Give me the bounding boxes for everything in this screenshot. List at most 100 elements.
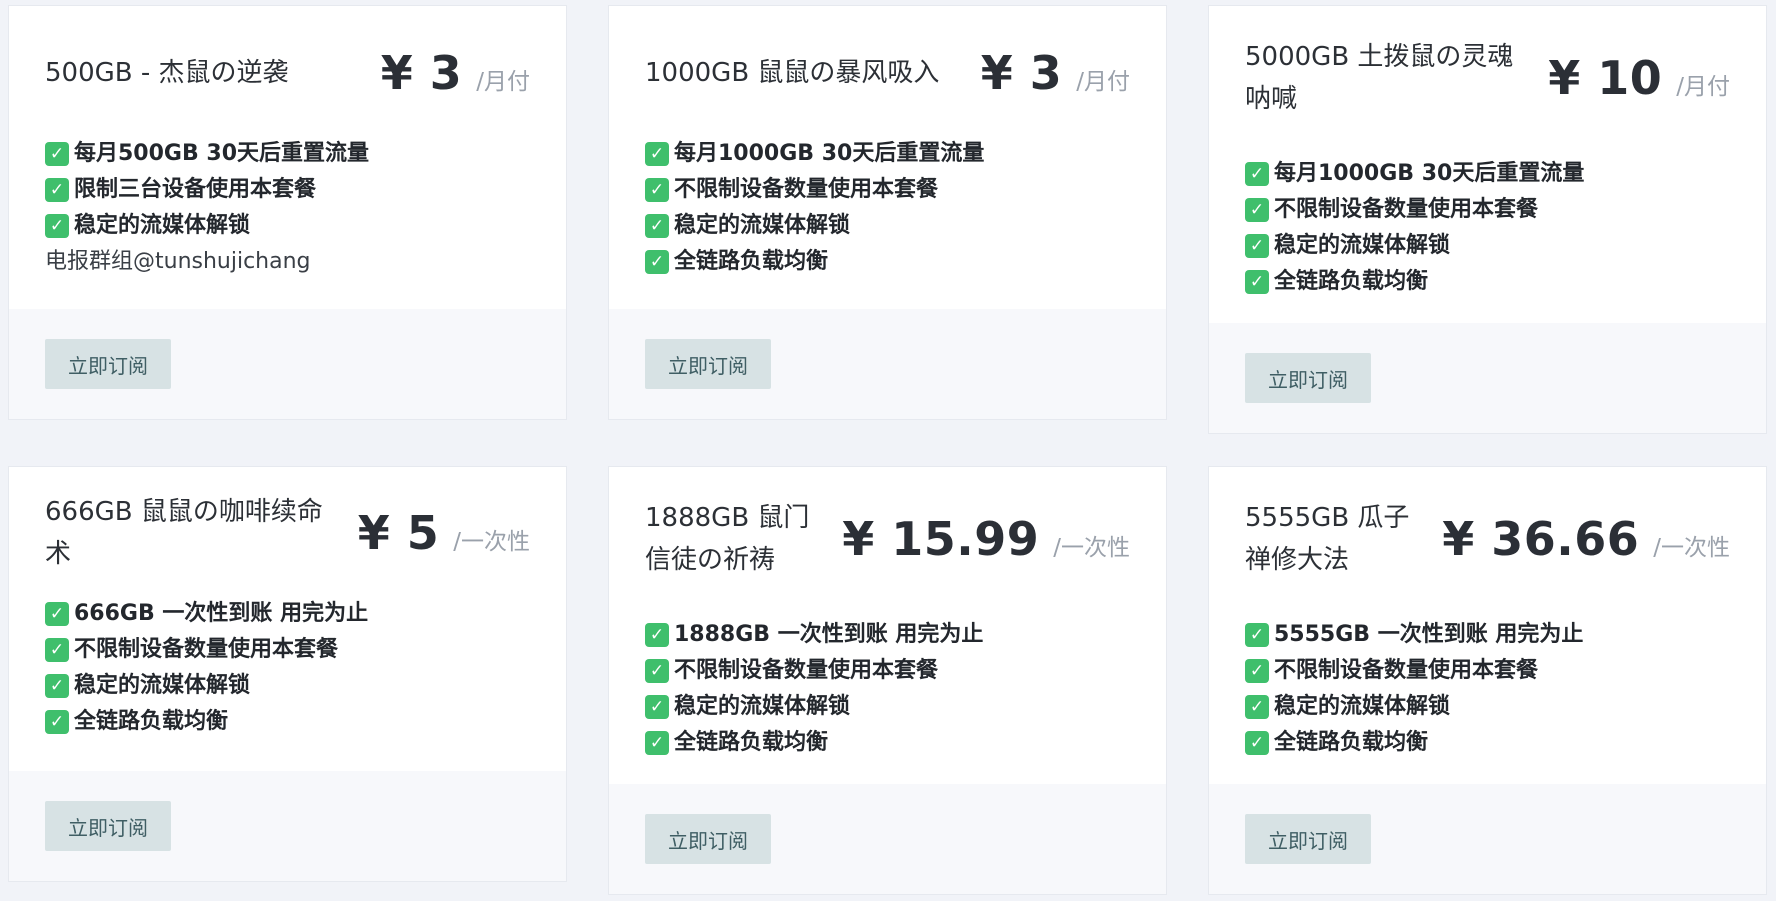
- price-block: ¥ 3 /月付: [981, 46, 1130, 100]
- feature-text: 不限制设备数量使用本套餐: [1274, 197, 1539, 222]
- plan-name: 5000GB 土拨鼠の灵魂呐喊: [1245, 42, 1514, 114]
- plan-price: ¥ 3: [380, 46, 463, 100]
- plan-card-footer: 立即订阅: [1209, 323, 1766, 433]
- feature-text: 全链路负载均衡: [1274, 269, 1429, 294]
- feature-text: 不限制设备数量使用本套餐: [674, 177, 939, 202]
- plan-card: 5000GB 土拨鼠の灵魂呐喊 ¥ 10 /月付 ✓ 每月1000GB 30天后重…: [1208, 5, 1767, 434]
- plan-header: 1888GB 鼠门信徒の祈祷 ¥ 15.99 /一次性: [645, 497, 1130, 581]
- plan-card-body: 1000GB 鼠鼠の暴风吸入 ¥ 3 /月付 ✓ 每月1000GB 30天后重置流…: [609, 6, 1166, 309]
- feature-item: ✓ 不限制设备数量使用本套餐: [645, 653, 1130, 689]
- plan-name: 5555GB 瓜子禅修大法: [1245, 503, 1410, 575]
- feature-list: ✓ 666GB 一次性到账 用完为止 ✓ 不限制设备数量使用本套餐 ✓ 稳定的流媒体解…: [45, 596, 530, 740]
- feature-item: ✓ 全链路负载均衡: [1245, 264, 1730, 300]
- plan-price: ¥ 15.99: [842, 512, 1040, 566]
- plan-period: /月付: [476, 69, 530, 95]
- plan-header: 5000GB 土拨鼠の灵魂呐喊 ¥ 10 /月付: [1245, 36, 1730, 120]
- check-box-icon: ✓: [1245, 731, 1269, 755]
- feature-text: 全链路负载均衡: [74, 709, 229, 734]
- feature-list: ✓ 5555GB 一次性到账 用完为止 ✓ 不限制设备数量使用本套餐 ✓ 稳定的流媒体…: [1245, 617, 1730, 761]
- feature-text: 每月1000GB 30天后重置流量: [1274, 161, 1585, 186]
- feature-item: ✓ 稳定的流媒体解锁: [645, 689, 1130, 725]
- feature-item: ✓ 不限制设备数量使用本套餐: [45, 632, 530, 668]
- feature-text: 每月500GB 30天后重置流量: [74, 141, 370, 166]
- plan-card: 5555GB 瓜子禅修大法 ¥ 36.66 /一次性 ✓ 5555GB 一次性到账…: [1208, 466, 1767, 895]
- feature-item: ✓ 稳定的流媒体解锁: [45, 208, 530, 244]
- price-block: ¥ 36.66 /一次性: [1442, 512, 1730, 566]
- plan-card: 666GB 鼠鼠の咖啡续命术 ¥ 5 /一次性 ✓ 666GB 一次性到账 用完为…: [8, 466, 567, 882]
- subscribe-button[interactable]: 立即订阅: [645, 339, 771, 389]
- plan-name: 666GB 鼠鼠の咖啡续命术: [45, 497, 323, 569]
- plan-period: /一次性: [1053, 535, 1130, 561]
- plan-card-body: 5555GB 瓜子禅修大法 ¥ 36.66 /一次性 ✓ 5555GB 一次性到账…: [1209, 467, 1766, 784]
- feature-text: 全链路负载均衡: [674, 730, 829, 755]
- feature-text: 不限制设备数量使用本套餐: [74, 637, 339, 662]
- subscribe-button[interactable]: 立即订阅: [45, 339, 171, 389]
- feature-text: 每月1000GB 30天后重置流量: [674, 141, 985, 166]
- check-box-icon: ✓: [645, 731, 669, 755]
- plan-card-footer: 立即订阅: [9, 309, 566, 419]
- feature-list: ✓ 每月500GB 30天后重置流量 ✓ 限制三台设备使用本套餐 ✓ 稳定的流媒体解锁…: [45, 136, 530, 280]
- feature-item: ✓ 全链路负载均衡: [645, 725, 1130, 761]
- plan-note: 电报群组@tunshujichang: [45, 249, 311, 274]
- feature-text: 全链路负载均衡: [674, 249, 829, 274]
- check-box-icon: ✓: [1245, 198, 1269, 222]
- plan-header: 1000GB 鼠鼠の暴风吸入 ¥ 3 /月付: [645, 46, 1130, 100]
- plan-card-body: 500GB - 杰鼠の逆袭 ¥ 3 /月付 ✓ 每月500GB 30天后重置流量 …: [9, 6, 566, 309]
- price-block: ¥ 15.99 /一次性: [842, 512, 1130, 566]
- subscribe-button[interactable]: 立即订阅: [645, 814, 771, 864]
- plan-price: ¥ 10: [1548, 51, 1663, 105]
- plan-price: ¥ 5: [357, 506, 440, 560]
- check-box-icon: ✓: [645, 659, 669, 683]
- feature-item: ✓ 全链路负载均衡: [1245, 725, 1730, 761]
- feature-item: ✓ 不限制设备数量使用本套餐: [1245, 192, 1730, 228]
- feature-item: ✓ 全链路负载均衡: [645, 244, 1130, 280]
- check-box-icon: ✓: [1245, 623, 1269, 647]
- feature-item: ✓ 不限制设备数量使用本套餐: [645, 172, 1130, 208]
- feature-text: 全链路负载均衡: [1274, 730, 1429, 755]
- plan-card-footer: 立即订阅: [9, 771, 566, 881]
- check-box-icon: ✓: [645, 214, 669, 238]
- plan-period: /一次性: [1653, 535, 1730, 561]
- plan-price: ¥ 3: [980, 46, 1063, 100]
- plan-period: /一次性: [453, 529, 530, 555]
- check-box-icon: ✓: [45, 214, 69, 238]
- subscribe-button[interactable]: 立即订阅: [1245, 353, 1371, 403]
- feature-list: ✓ 每月1000GB 30天后重置流量 ✓ 不限制设备数量使用本套餐 ✓ 稳定的流媒体…: [645, 136, 1130, 280]
- feature-item: ✓ 666GB 一次性到账 用完为止: [45, 596, 530, 632]
- subscribe-button[interactable]: 立即订阅: [45, 801, 171, 851]
- feature-item: ✓ 每月500GB 30天后重置流量: [45, 136, 530, 172]
- price-block: ¥ 10 /月付: [1548, 51, 1730, 105]
- feature-text: 5555GB 一次性到账 用完为止: [1274, 622, 1584, 647]
- check-box-icon: ✓: [45, 178, 69, 202]
- plan-card-footer: 立即订阅: [1209, 784, 1766, 894]
- check-box-icon: ✓: [45, 638, 69, 662]
- feature-item: ✓ 稳定的流媒体解锁: [645, 208, 1130, 244]
- feature-item: ✓ 5555GB 一次性到账 用完为止: [1245, 617, 1730, 653]
- feature-text: 稳定的流媒体解锁: [1274, 694, 1451, 719]
- plan-header: 500GB - 杰鼠の逆袭 ¥ 3 /月付: [45, 46, 530, 100]
- feature-text: 稳定的流媒体解锁: [1274, 233, 1451, 258]
- check-box-icon: ✓: [45, 142, 69, 166]
- plan-card: 1888GB 鼠门信徒の祈祷 ¥ 15.99 /一次性 ✓ 1888GB 一次性到…: [608, 466, 1167, 895]
- check-box-icon: ✓: [1245, 162, 1269, 186]
- check-box-icon: ✓: [1245, 234, 1269, 258]
- plan-card-body: 5000GB 土拨鼠の灵魂呐喊 ¥ 10 /月付 ✓ 每月1000GB 30天后重…: [1209, 6, 1766, 323]
- feature-item: ✓ 1888GB 一次性到账 用完为止: [645, 617, 1130, 653]
- check-box-icon: ✓: [45, 674, 69, 698]
- feature-item: ✓ 稳定的流媒体解锁: [1245, 689, 1730, 725]
- plan-card-body: 1888GB 鼠门信徒の祈祷 ¥ 15.99 /一次性 ✓ 1888GB 一次性到…: [609, 467, 1166, 784]
- plan-period: /月付: [1676, 74, 1730, 100]
- feature-item: ✓ 不限制设备数量使用本套餐: [1245, 653, 1730, 689]
- plan-card: 1000GB 鼠鼠の暴风吸入 ¥ 3 /月付 ✓ 每月1000GB 30天后重置流…: [608, 5, 1167, 420]
- plan-price: ¥ 36.66: [1442, 512, 1640, 566]
- check-box-icon: ✓: [1245, 695, 1269, 719]
- plan-card-footer: 立即订阅: [609, 309, 1166, 419]
- feature-list: ✓ 1888GB 一次性到账 用完为止 ✓ 不限制设备数量使用本套餐 ✓ 稳定的流媒体…: [645, 617, 1130, 761]
- plan-header: 5555GB 瓜子禅修大法 ¥ 36.66 /一次性: [1245, 497, 1730, 581]
- check-box-icon: ✓: [645, 695, 669, 719]
- subscribe-button[interactable]: 立即订阅: [1245, 814, 1371, 864]
- check-box-icon: ✓: [45, 602, 69, 626]
- feature-item: ✓ 每月1000GB 30天后重置流量: [1245, 156, 1730, 192]
- check-box-icon: ✓: [1245, 659, 1269, 683]
- plan-card: 500GB - 杰鼠の逆袭 ¥ 3 /月付 ✓ 每月500GB 30天后重置流量 …: [8, 5, 567, 420]
